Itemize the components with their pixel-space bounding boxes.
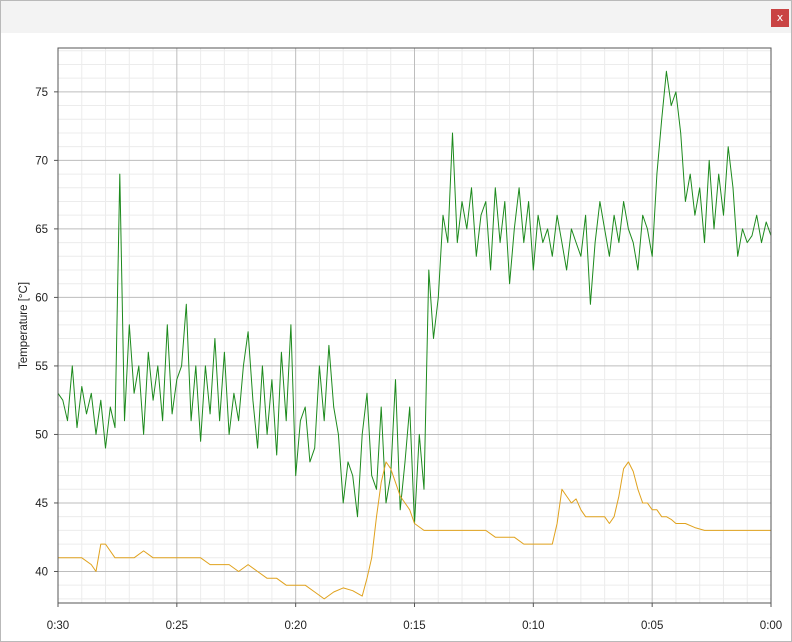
y-axis-label: Temperature [°C] xyxy=(18,282,30,369)
x-tick-label: 0:25 xyxy=(166,620,188,632)
y-tick-label: 40 xyxy=(35,566,48,578)
x-tick-label: 0:10 xyxy=(522,620,544,632)
y-tick-label: 75 xyxy=(35,87,48,99)
x-tick-label: 0:30 xyxy=(47,620,69,632)
y-axis: 40 45 50 55 60 65 70 75 xyxy=(35,87,58,578)
app-window: x 40 45 50 55 60 65 70 75 0:30 0:25 0:20 0:15 0:10 0… xyxy=(0,0,792,642)
title-bar: x xyxy=(1,1,791,33)
y-tick-label: 65 xyxy=(35,224,48,236)
y-tick-label: 50 xyxy=(35,429,48,441)
x-tick-label: 0:00 xyxy=(760,620,782,632)
temperature-chart: 40 45 50 55 60 65 70 75 0:30 0:25 0:20 0:15 0:10 0:0… xyxy=(18,47,782,632)
y-tick-label: 55 xyxy=(35,361,48,373)
y-tick-label: 45 xyxy=(35,498,48,510)
close-button[interactable]: x xyxy=(771,9,789,27)
x-tick-label: 0:05 xyxy=(641,620,663,632)
x-axis: 0:30 0:25 0:20 0:15 0:10 0:05 0:00 xyxy=(47,603,782,632)
y-tick-label: 60 xyxy=(35,292,48,304)
y-tick-label: 70 xyxy=(35,155,48,167)
x-tick-label: 0:20 xyxy=(284,620,306,632)
x-tick-label: 0:15 xyxy=(403,620,425,632)
